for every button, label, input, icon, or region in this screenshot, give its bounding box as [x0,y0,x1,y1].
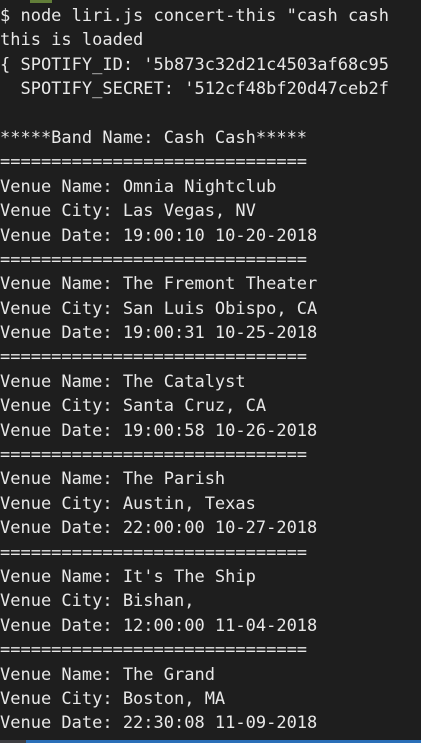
venue-date: Venue Date: 19:00:10 10-20-2018 [0,225,318,246]
separator-line: ============================== [0,249,308,270]
spotify-secret-line: SPOTIFY_SECRET: '512cf48bf20d47ceb2f [0,79,389,100]
venue-city: Venue City: Santa Cruz, CA [0,396,267,417]
venue-name: Venue Name: Omnia Nightclub [0,176,277,197]
venue-date: Venue Date: 22:00:00 10-27-2018 [0,518,318,539]
separator-line: ============================== [0,347,308,368]
venue-city: Venue City: San Luis Obispo, CA [0,298,318,319]
cursor-artifact [30,0,52,3]
venue-date: Venue Date: 19:00:58 10-26-2018 [0,420,318,441]
venue-name: Venue Name: The Catalyst [0,371,246,392]
venue-name: Venue Name: The Parish [0,469,226,490]
venue-city: Venue City: Austin, Texas [0,493,256,514]
spotify-id-line: { SPOTIFY_ID: '5b873c32d21c4503af68c95 [0,54,389,75]
separator-line: ============================== [0,152,308,173]
venue-name: Venue Name: The Fremont Theater [0,274,318,295]
terminal-output: $ node liri.js concert-this "cash cash t… [0,4,421,736]
venue-city: Venue City: Las Vegas, NV [0,201,256,222]
terminal-window[interactable]: $ node liri.js concert-this "cash cash t… [0,0,421,743]
status-line: this is loaded [0,30,144,51]
venue-city: Venue City: Boston, MA [0,688,226,709]
venue-name: Venue Name: It's The Ship [0,566,256,587]
venue-date: Venue Date: 22:30:08 11-09-2018 [0,713,318,734]
venue-date: Venue Date: 19:00:31 10-25-2018 [0,323,318,344]
separator-line: ============================== [0,640,308,661]
command-line: $ node liri.js concert-this "cash cash [0,6,389,26]
band-name-line: *****Band Name: Cash Cash***** [0,127,308,148]
separator-line: ============================== [0,542,308,563]
separator-line: ============================== [0,445,308,466]
venue-date: Venue Date: 12:00:00 11-04-2018 [0,615,318,636]
venue-name: Venue Name: The Grand [0,664,215,685]
venue-city: Venue City: Bishan, [0,591,195,612]
